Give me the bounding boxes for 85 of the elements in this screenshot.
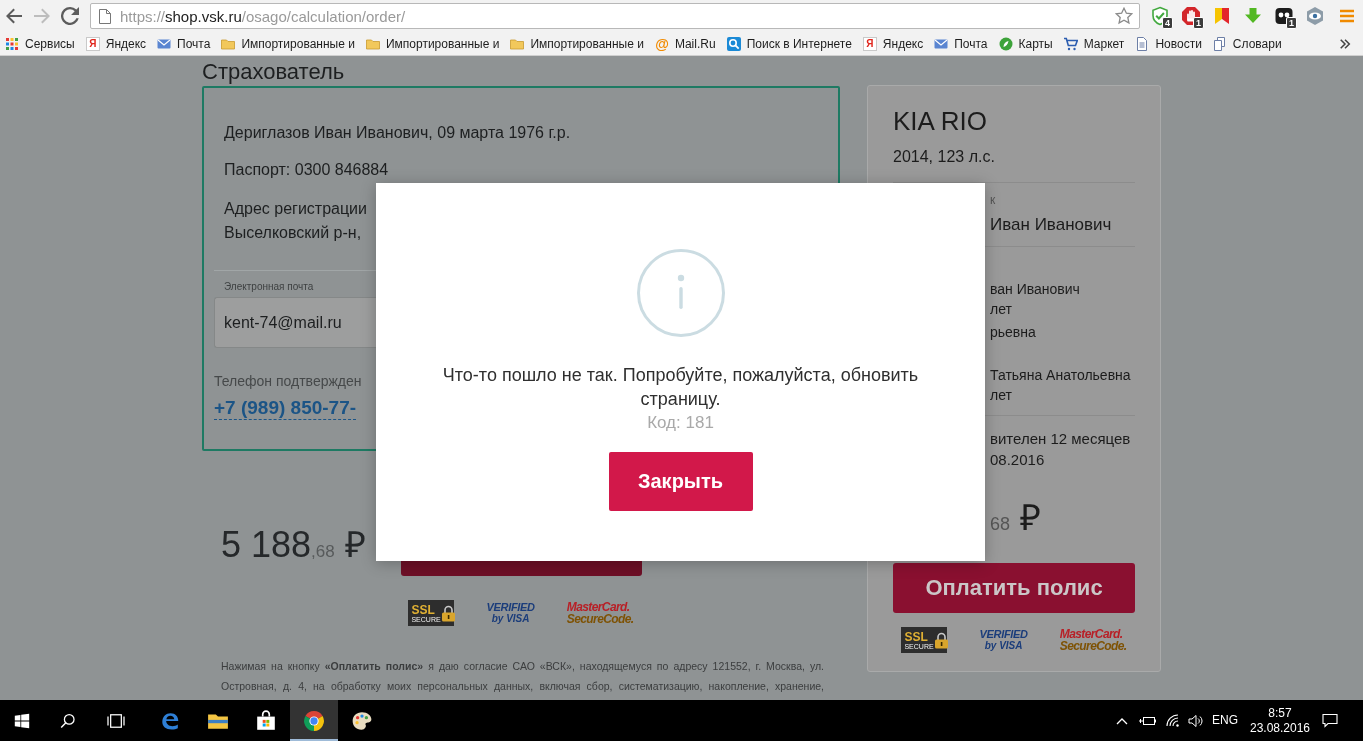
clock[interactable]: 8:57 23.08.2016 (1243, 700, 1317, 741)
car-name: KIA RIO (893, 105, 987, 137)
battery-icon[interactable] (1138, 714, 1156, 727)
phone-label: Телефон подтвержден (214, 372, 362, 390)
term-text: вителен 12 месяцев (990, 429, 1131, 449)
bookmark-link[interactable]: @ Mail.Ru (649, 32, 721, 55)
email-field[interactable]: kent-74@mail.ru (214, 297, 378, 348)
apps-grid-icon (5, 36, 19, 51)
bookmark-link[interactable]: Сервисы (0, 32, 80, 55)
back-arrow-icon[interactable] (5, 7, 23, 25)
mastercard-securecode-logo: MasterCard. SecureCode. (1059, 628, 1127, 652)
double-chevron-icon[interactable] (1339, 37, 1351, 50)
info-text: Паспорт: 0300 846884 (224, 160, 389, 180)
chevron-up-icon[interactable] (1116, 716, 1128, 725)
page-heading: Страхователь (202, 59, 345, 85)
bookmark-link[interactable]: Словари (1207, 32, 1287, 55)
padlock-icon (440, 604, 456, 622)
folder-icon (510, 36, 525, 51)
star-icon[interactable] (1115, 7, 1133, 25)
cart-icon (1063, 36, 1078, 51)
error-message: Что-то пошло не так. Попробуйте, пожалуйста, обновить страницу. (441, 364, 920, 411)
bookmark-link[interactable]: Импортированные и (360, 32, 505, 55)
bookmark-link[interactable]: Маркет (1058, 32, 1130, 55)
count-badge: 1 (1193, 17, 1204, 29)
address-bar[interactable]: https://shop.vsk.ru/osago/calculation/order/ (90, 3, 1140, 29)
count-badge: 1 (1286, 17, 1297, 29)
paint-palette-icon[interactable] (351, 709, 373, 732)
bookmark-link[interactable]: Поиск в Интернете (721, 32, 857, 55)
info-icon (636, 249, 725, 337)
at-sign-icon: @ (654, 36, 669, 51)
bookmark-link[interactable]: Я Яндекс (80, 32, 152, 55)
driver-name: рьевна (990, 323, 1036, 342)
bookmark-link[interactable]: Я Яндекс (857, 32, 929, 55)
address-text: Адрес регистрации (224, 199, 367, 219)
mastercard-securecode-logo: MasterCard. SecureCode. (566, 601, 634, 625)
pay-button[interactable]: Оплатить полис (893, 563, 1135, 613)
bookmark-link[interactable]: Почта (929, 32, 993, 55)
error-code: Код: 181 (647, 412, 714, 434)
driver-name: ван Иванович (990, 280, 1080, 299)
bookmark-link[interactable]: Новости (1130, 32, 1207, 55)
count-badge: 4 (1162, 17, 1173, 29)
field-label: Электронная почта (224, 281, 314, 293)
price-text: 5 188,68 ₽ (221, 524, 366, 567)
consent-paragraph: Нажимая на кнопку «Оплатить полис» я даю согласие САО «ВСК», находящемуся по адресу 121552, г. Москва, ул. Островная, д. 4, на обработку моих персональных данных, включая сбор, систематизацию, накопление, хранение, (221, 659, 824, 694)
bookmark-link[interactable]: Импортированные и (216, 32, 360, 55)
active-app-tile[interactable] (290, 700, 338, 741)
address-text: Выселковский р-н, (224, 223, 362, 243)
owner-label: к (990, 192, 996, 208)
reload-icon[interactable] (61, 7, 79, 25)
documents-icon (1212, 36, 1227, 51)
search-icon (726, 36, 741, 51)
folder-icon (365, 36, 380, 51)
search-icon[interactable] (60, 712, 76, 729)
document-icon (1135, 36, 1150, 51)
speaker-icon[interactable] (1187, 713, 1204, 728)
chrome-logo-icon[interactable] (303, 709, 325, 732)
task-view-icon[interactable] (107, 712, 125, 729)
leaf-icon (998, 36, 1013, 51)
term-text: 08.2016 (990, 450, 1045, 470)
bookmark-link[interactable]: Импортированные и (505, 32, 649, 55)
windows-logo-icon[interactable] (14, 712, 30, 729)
verified-by-visa-logo: VERIFIED by VISA (486, 602, 535, 624)
close-button[interactable]: Закрыть (608, 452, 753, 511)
url-text: https://shop.vsk.ru/osago/calculation/order/ (120, 7, 406, 25)
driver-name: Татьяна Анатольевна (990, 366, 1131, 385)
info-text: Дериглазов Иван Иванович, 09 марта 1976 г.р. (224, 123, 571, 143)
driver-age: лет (990, 300, 1012, 319)
owner-name: Иван Иванович (990, 214, 1112, 236)
padlock-icon (933, 631, 949, 649)
letter-tile-icon: Я (862, 36, 877, 51)
wifi-icon[interactable] (1164, 714, 1180, 727)
price-text: 68 ₽ (990, 496, 1042, 540)
language-indicator[interactable]: ENG (1207, 700, 1243, 741)
letter-tile-icon: Я (85, 36, 100, 51)
eye-icon[interactable] (1304, 6, 1325, 26)
verified-by-visa-logo: VERIFIED by VISA (979, 629, 1028, 651)
notification-icon[interactable] (1322, 713, 1338, 728)
driver-age: лет (990, 386, 1012, 405)
bookmark-link[interactable]: Карты (993, 32, 1058, 55)
mask-icon[interactable] (1273, 6, 1294, 26)
store-bag-icon[interactable] (255, 709, 277, 732)
page-icon (99, 8, 111, 24)
bookmark-link[interactable]: Почта (152, 32, 216, 55)
car-details: 2014, 123 л.с. (893, 147, 995, 167)
folder-icon (221, 36, 236, 51)
